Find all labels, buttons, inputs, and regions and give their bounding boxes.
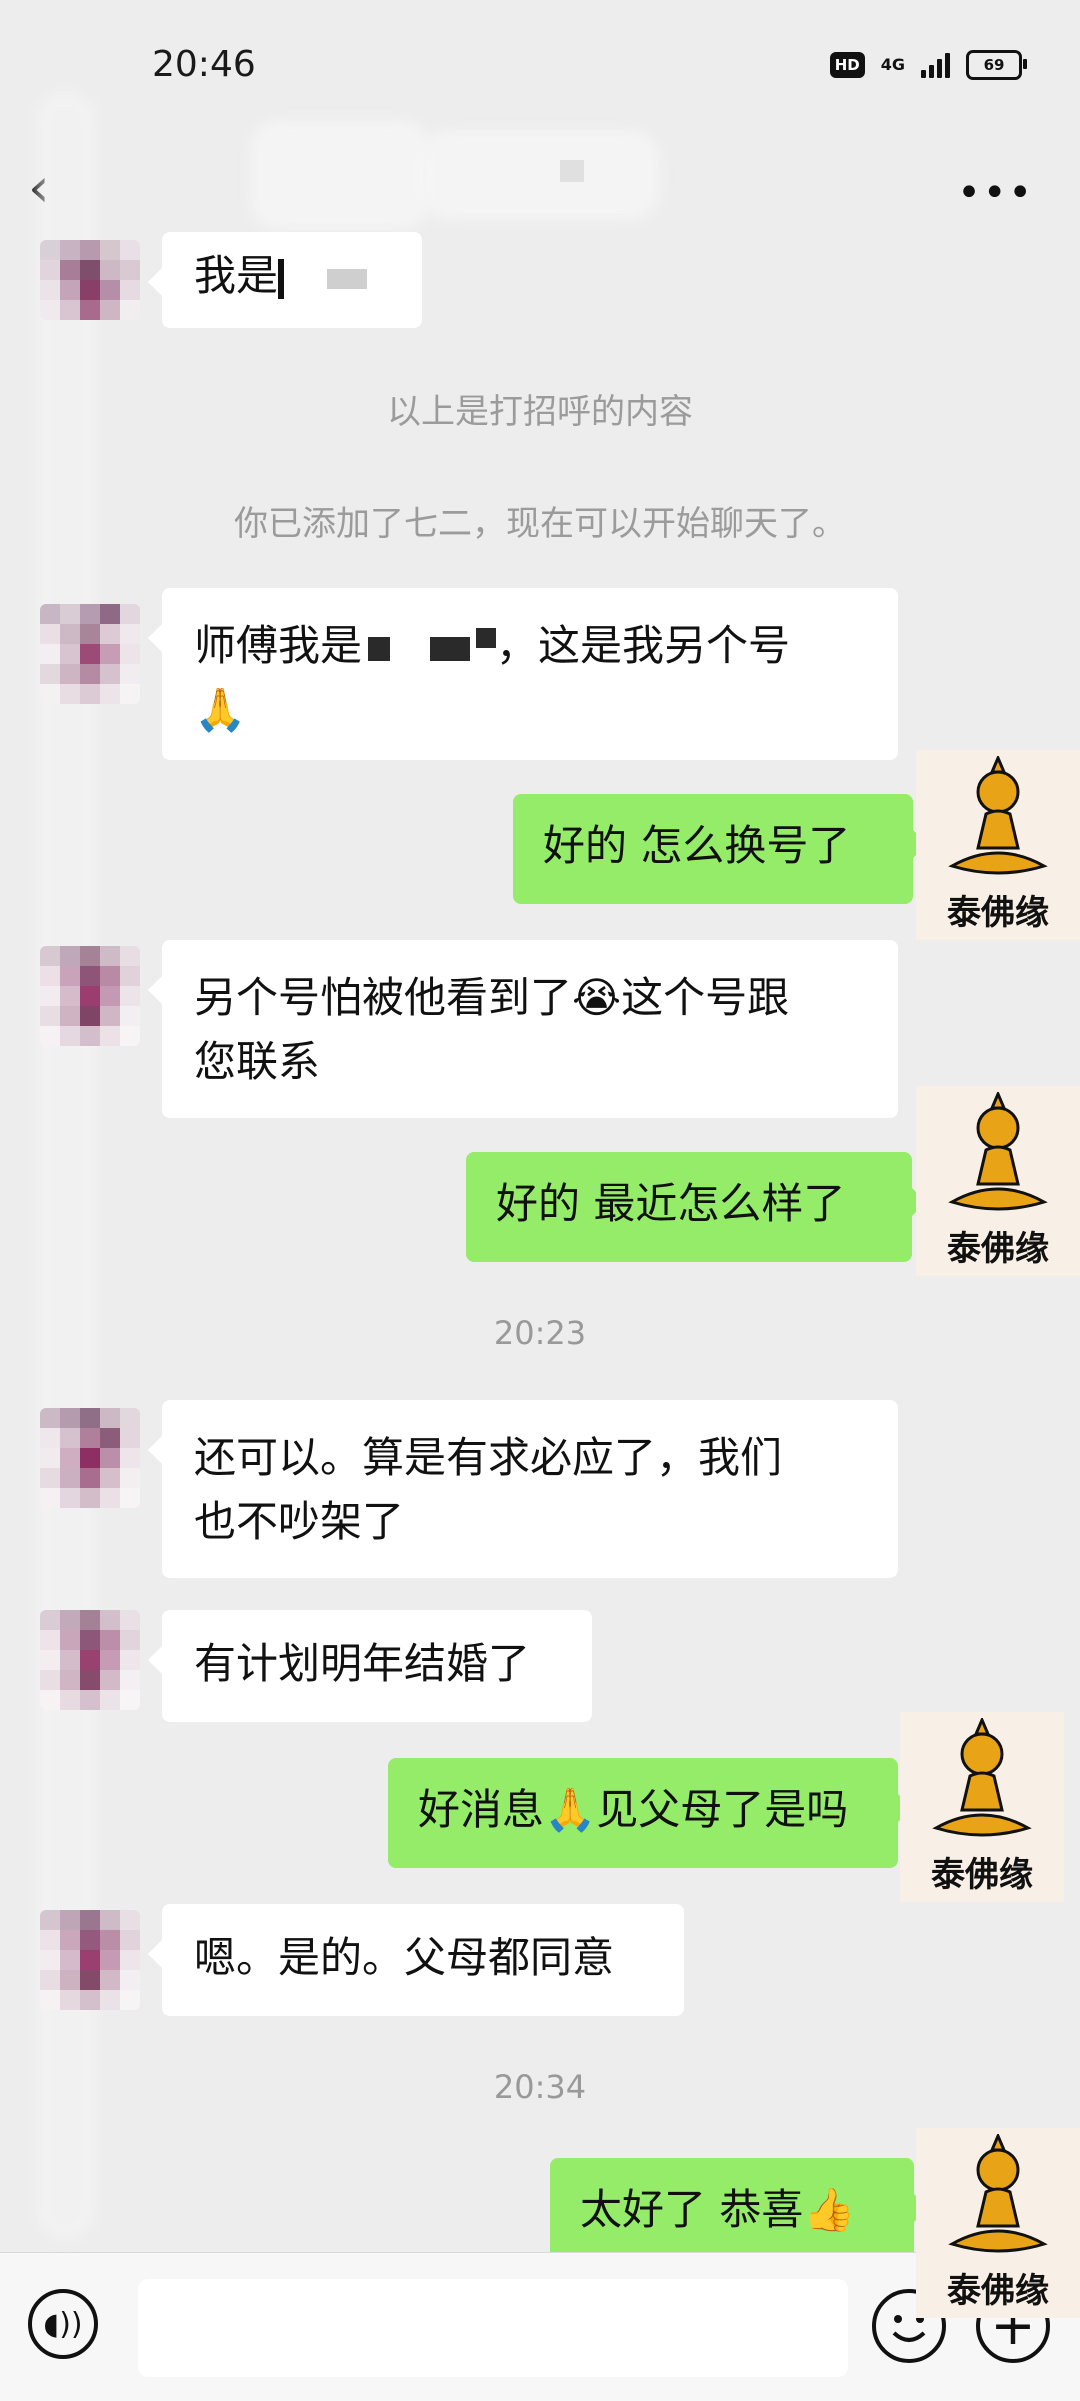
message-bubble[interactable]: 师傅我是 ，这是我另个号 🙏 (148, 588, 898, 760)
redaction (430, 636, 471, 661)
buddha-icon (948, 1092, 1048, 1211)
my-message-bubble[interactable]: 好的 最近怎么样了 (466, 1152, 926, 1262)
my-avatar-logo[interactable]: 泰佛缘 (916, 750, 1080, 940)
message-text: 嗯。是的。父母都同意 (194, 1933, 615, 1982)
privacy-smudge (420, 130, 660, 220)
message-text: 您联系 (194, 1037, 321, 1086)
message-text: 有计划明年结婚了 (194, 1639, 531, 1688)
message-text: 🙏 (194, 685, 247, 734)
message-text: 另个号怕被他看到了😭这个号跟 (194, 973, 790, 1022)
logo-text: 泰佛缘 (947, 893, 1049, 933)
contact-avatar[interactable] (40, 604, 140, 704)
buddha-icon (932, 1718, 1032, 1837)
more-icon[interactable]: ••• (957, 170, 1034, 216)
message-input[interactable] (138, 2279, 848, 2377)
my-message-bubble[interactable]: 好的 怎么换号了 (513, 794, 927, 904)
contact-avatar[interactable] (40, 946, 140, 1046)
logo-text: 泰佛缘 (931, 1855, 1033, 1895)
privacy-smudge (250, 120, 430, 230)
my-avatar-logo[interactable]: 泰佛缘 (900, 1712, 1064, 1902)
logo-text: 泰佛缘 (947, 1229, 1049, 1269)
message-bubble[interactable]: 有计划明年结婚了 (148, 1610, 592, 1722)
my-avatar-logo[interactable]: 泰佛缘 (916, 2128, 1080, 2318)
voice-icon[interactable]: ◖)) (28, 2289, 98, 2359)
my-message-bubble[interactable]: 好消息🙏见父母了是吗 (388, 1758, 912, 1868)
contact-avatar[interactable] (40, 1610, 140, 1710)
message-text: ，这是我另个号 (496, 621, 791, 670)
message-bubble[interactable]: 另个号怕被他看到了😭这个号跟 您联系 (148, 940, 898, 1118)
message-bubble[interactable]: 嗯。是的。父母都同意 (148, 1904, 684, 2016)
redaction (368, 636, 391, 661)
timestamp-divider: 20:34 (493, 2068, 587, 2106)
buddha-icon (948, 2134, 1048, 2253)
message-text: 好的 怎么换号了 (543, 821, 851, 870)
redaction (476, 628, 497, 648)
message-text: 师傅我是 (194, 621, 363, 670)
redaction (278, 258, 285, 299)
message-text: 我是 (194, 251, 279, 300)
status-icons: HD 4G 69 (829, 50, 1027, 80)
message-text: 太好了 恭喜👍 (580, 2185, 856, 2234)
contact-avatar[interactable] (40, 1910, 140, 2010)
battery-icon: 69 (966, 50, 1027, 80)
timestamp-divider: 20:23 (493, 1314, 587, 1352)
message-text: 好的 最近怎么样了 (496, 1179, 846, 1228)
system-message: 你已添加了七二，现在可以开始聊天了。 (234, 504, 846, 544)
hd-badge: HD (829, 52, 865, 78)
network-type: 4G (880, 55, 905, 74)
status-bar: 20:46 HD 4G 69 (0, 0, 1080, 130)
message-bubble[interactable]: 我是 (148, 232, 422, 328)
message-text: 好消息🙏见父母了是吗 (418, 1785, 849, 1834)
message-text: 也不吵架了 (194, 1497, 405, 1546)
redaction (327, 268, 368, 289)
message-bubble[interactable]: 还可以。算是有求必应了，我们 也不吵架了 (148, 1400, 898, 1578)
my-avatar-logo[interactable]: 泰佛缘 (916, 1086, 1080, 1276)
message-text: 还可以。算是有求必应了，我们 (194, 1433, 783, 1482)
signal-icon (921, 52, 950, 78)
buddha-icon (948, 756, 1048, 875)
system-message: 以上是打招呼的内容 (387, 392, 693, 432)
contact-avatar[interactable] (40, 240, 140, 320)
logo-text: 泰佛缘 (947, 2271, 1049, 2311)
contact-avatar[interactable] (40, 1408, 140, 1508)
status-time: 20:46 (152, 44, 256, 85)
